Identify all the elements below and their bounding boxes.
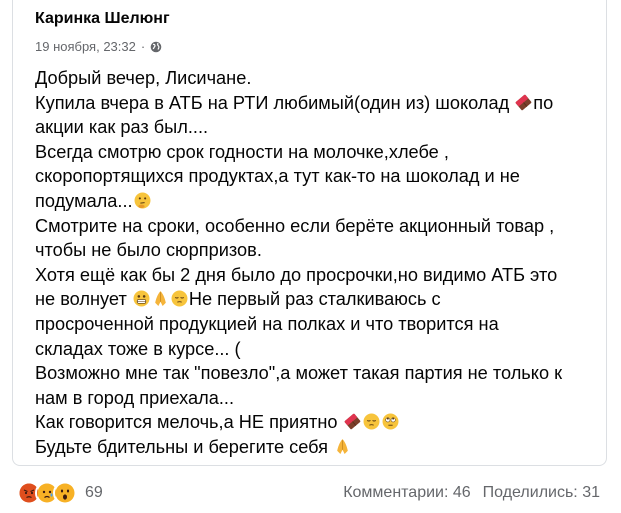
reactions-summary[interactable]: 69: [17, 481, 103, 505]
chocolate-icon: [515, 94, 532, 110]
post-text-line: чтобы не было сюрпризов.: [35, 238, 595, 263]
post-text-segment: по: [533, 92, 554, 113]
post-text-line: нам в город приехала...: [35, 386, 595, 411]
post-stats: Комментарии: 46 Поделились: 31: [343, 484, 600, 502]
post-text-segment: Купила вчера в АТБ на РТИ любимый(один и…: [35, 92, 515, 113]
post-text-segment: скоропортящихся продуктах,а тут как-то н…: [35, 166, 520, 187]
post-text-segment: чтобы не было сюрпризов.: [35, 240, 262, 261]
rolling-eyes-icon: [382, 413, 399, 430]
post-meta: 19 ноября, 23:32 ·: [35, 39, 162, 54]
post-text-segment: Как говорится мелочь,а НЕ приятно: [35, 412, 343, 433]
author-name[interactable]: Каринка Шелюнг: [35, 10, 170, 28]
meta-separator: ·: [140, 39, 146, 54]
post-text-segment: Не первый раз сталкиваюсь с: [188, 289, 441, 310]
post-text-segment: Будьте бдительны и берегите себя: [35, 436, 334, 457]
post-text-segment: Возможно мне так "повезло",а может такая…: [35, 363, 563, 384]
post-text-line: просроченной продукцией на полках и что …: [35, 312, 595, 337]
folded-hands-icon: [337, 438, 348, 454]
post-text-segment: Смотрите на сроки, особенно если берёте …: [35, 215, 555, 236]
post-text-segment: нам в город приехала...: [35, 387, 235, 408]
post-text-line: Добрый вечер, Лисичане.: [35, 66, 595, 91]
post-text-segment: акции как раз был....: [35, 117, 209, 138]
post-text-line: Купила вчера в АТБ на РТИ любимый(один и…: [35, 91, 595, 116]
post-text-segment: Добрый вечер, Лисичане.: [35, 68, 252, 88]
post-date[interactable]: 19 ноября, 23:32: [35, 39, 136, 54]
post-text-line: Как говорится мелочь,а НЕ приятно: [35, 410, 595, 435]
post-text-line: Будьте бдительны и берегите себя: [35, 435, 595, 460]
post-text-segment: подумала...: [35, 190, 133, 211]
post-card: Каринка Шелюнг 19 ноября, 23:32 · Добрый…: [12, 0, 607, 466]
post-text-line: не волнует Не первый раз сталкиваюсь с: [35, 287, 595, 312]
folded-hands-icon: [155, 291, 166, 307]
post-text-segment: просроченной продукцией на полках и что …: [35, 313, 499, 334]
post-text-line: складах тоже в курсе... (: [35, 337, 595, 362]
comments-count[interactable]: Комментарии: 46: [343, 484, 470, 502]
post-text-line: Хотя ещё как бы 2 дня было до просрочки,…: [35, 263, 595, 288]
pensive-face-icon: [171, 290, 188, 307]
chocolate-icon: [344, 414, 360, 430]
wow-reaction-icon: [53, 481, 77, 505]
reaction-count[interactable]: 69: [85, 484, 103, 502]
post-text-line: скоропортящихся продуктах,а тут как-то н…: [35, 164, 595, 189]
post-body: Добрый вечер, Лисичане. Купила вчера в АТ…: [35, 66, 595, 460]
thinking-face-icon: [134, 192, 151, 209]
reaction-icons: [17, 481, 77, 505]
post-footer: 69 Комментарии: 46 Поделились: 31: [0, 476, 621, 512]
post-text-line: подумала...: [35, 189, 595, 214]
shares-count[interactable]: Поделились: 31: [483, 484, 600, 502]
post-text-segment: Всегда смотрю срок годности на молочке,х…: [35, 141, 449, 162]
grimacing-face-icon: [133, 290, 150, 307]
pensive-face-icon: [363, 413, 380, 430]
post-text-line: Смотрите на сроки, особенно если берёте …: [35, 214, 595, 239]
post-text-line: акции как раз был....: [35, 115, 595, 140]
post-text-line: Возможно мне так "повезло",а может такая…: [35, 361, 595, 386]
globe-icon[interactable]: [150, 41, 162, 53]
post-text-segment: Хотя ещё как бы 2 дня было до просрочки,…: [35, 264, 558, 285]
post-text-segment: складах тоже в курсе... (: [35, 338, 241, 359]
post-text-segment: не волнует: [35, 289, 132, 310]
post-text-line: Всегда смотрю срок годности на молочке,х…: [35, 140, 595, 165]
